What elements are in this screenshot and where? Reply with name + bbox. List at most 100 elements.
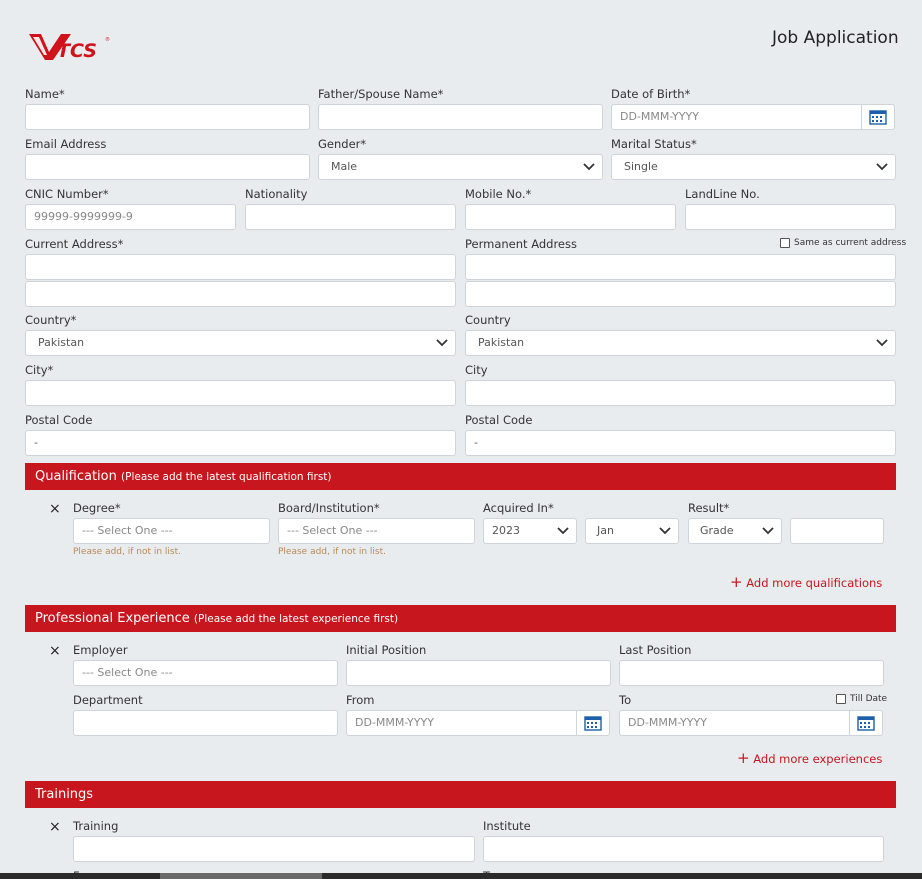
- add-qualification-label: Add more qualifications: [746, 576, 883, 590]
- father-name-input[interactable]: [318, 104, 603, 130]
- last-position-label: Last Position: [619, 643, 692, 657]
- from-calendar-button[interactable]: [576, 710, 610, 736]
- board-label: Board/Institution*: [278, 501, 380, 515]
- gender-select[interactable]: Male: [318, 154, 603, 180]
- permanent-country-value: Pakistan: [478, 336, 525, 349]
- institute-input[interactable]: [483, 836, 884, 862]
- last-position-input[interactable]: [619, 660, 884, 686]
- add-qualification-link[interactable]: + Add more qualifications: [730, 573, 882, 591]
- page-title: Job Application: [772, 28, 899, 48]
- institute-label: Institute: [483, 819, 531, 833]
- city-input[interactable]: [25, 380, 456, 406]
- qualification-note: (Please add the latest qualification fir…: [121, 471, 332, 483]
- dob-calendar-button[interactable]: [861, 104, 895, 130]
- email-input[interactable]: [25, 154, 310, 180]
- from-label: From: [346, 693, 375, 707]
- svg-text:TCS: TCS: [57, 40, 97, 62]
- training-input[interactable]: [73, 836, 475, 862]
- experience-section-header: Professional Experience (Please add the …: [25, 605, 896, 632]
- qualification-section-header: Qualification (Please add the latest qua…: [25, 463, 896, 490]
- calendar-icon: [584, 716, 602, 731]
- result-input[interactable]: [790, 518, 884, 544]
- chevron-down-icon: [876, 339, 888, 347]
- current-address-line1[interactable]: [25, 254, 456, 280]
- postal-code-label: Postal Code: [25, 413, 93, 427]
- close-icon[interactable]: ×: [49, 820, 61, 834]
- scrollbar-thumb[interactable]: [160, 873, 322, 879]
- to-date-input[interactable]: DD-MMM-YYYY: [619, 710, 850, 736]
- trainings-section-header: Trainings: [25, 781, 896, 808]
- svg-text:®: ®: [105, 36, 110, 43]
- country-select[interactable]: Pakistan: [25, 330, 456, 356]
- degree-label: Degree*: [73, 501, 121, 515]
- email-label: Email Address: [25, 137, 107, 151]
- permanent-address-label: Permanent Address: [465, 237, 577, 251]
- experience-title: Professional Experience: [35, 611, 190, 626]
- current-address-line2[interactable]: [25, 281, 456, 307]
- chevron-down-icon: [557, 527, 569, 535]
- acquired-in-label: Acquired In*: [483, 501, 554, 515]
- same-as-current-checkbox[interactable]: [780, 238, 790, 248]
- permanent-country-select[interactable]: Pakistan: [465, 330, 896, 356]
- result-type-select[interactable]: Grade: [688, 518, 782, 544]
- permanent-postal-code-label: Postal Code: [465, 413, 533, 427]
- nationality-label: Nationality: [245, 187, 308, 201]
- landline-input[interactable]: [685, 204, 896, 230]
- permanent-city-input[interactable]: [465, 380, 896, 406]
- calendar-icon: [857, 716, 875, 731]
- employer-label: Employer: [73, 643, 128, 657]
- to-calendar-button[interactable]: [849, 710, 883, 736]
- initial-position-input[interactable]: [346, 660, 611, 686]
- board-select[interactable]: --- Select One ---: [278, 518, 475, 544]
- till-date-checkbox[interactable]: [836, 694, 846, 704]
- acquired-year-select[interactable]: 2023: [483, 518, 577, 544]
- dob-input[interactable]: DD-MMM-YYYY: [611, 104, 862, 130]
- chevron-down-icon: [762, 527, 774, 535]
- landline-label: LandLine No.: [685, 187, 760, 201]
- same-as-current-label: Same as current address: [794, 238, 907, 248]
- result-label: Result*: [688, 501, 730, 515]
- dob-label: Date of Birth*: [611, 87, 691, 101]
- department-input[interactable]: [73, 710, 338, 736]
- chevron-down-icon: [583, 163, 595, 171]
- gender-value: Male: [331, 160, 358, 173]
- experience-note: (Please add the latest experience first): [193, 613, 399, 625]
- country-value: Pakistan: [38, 336, 85, 349]
- close-icon[interactable]: ×: [49, 644, 61, 658]
- plus-icon: +: [737, 749, 750, 767]
- marital-label: Marital Status*: [611, 137, 697, 151]
- employer-select[interactable]: --- Select One ---: [73, 660, 338, 686]
- cnic-input[interactable]: 99999-9999999-9: [25, 204, 236, 230]
- nationality-input[interactable]: [245, 204, 456, 230]
- close-icon[interactable]: ×: [49, 502, 61, 516]
- marital-value: Single: [624, 160, 658, 173]
- marital-select[interactable]: Single: [611, 154, 896, 180]
- name-input[interactable]: [25, 104, 310, 130]
- acquired-month-value: Jan: [597, 524, 614, 537]
- mobile-input[interactable]: [465, 204, 676, 230]
- permanent-address-line1[interactable]: [465, 254, 896, 280]
- degree-select[interactable]: --- Select One ---: [73, 518, 270, 544]
- permanent-postal-code-input[interactable]: -: [465, 430, 896, 456]
- name-label: Name*: [25, 87, 65, 101]
- initial-position-label: Initial Position: [346, 643, 427, 657]
- from-date-input[interactable]: DD-MMM-YYYY: [346, 710, 577, 736]
- trainings-title: Trainings: [35, 787, 94, 802]
- training-label: Training: [73, 819, 119, 833]
- country-label: Country*: [25, 313, 77, 327]
- board-hint: Please add, if not in list.: [278, 547, 387, 557]
- add-experience-label: Add more experiences: [753, 752, 883, 766]
- current-address-label: Current Address*: [25, 237, 124, 251]
- qualification-title: Qualification: [35, 469, 117, 484]
- acquired-month-select[interactable]: Jan: [585, 518, 679, 544]
- horizontal-scrollbar[interactable]: [0, 873, 922, 879]
- postal-code-input[interactable]: -: [25, 430, 456, 456]
- add-experience-link[interactable]: + Add more experiences: [737, 749, 882, 767]
- permanent-address-line2[interactable]: [465, 281, 896, 307]
- to-label: To: [619, 693, 632, 707]
- father-name-label: Father/Spouse Name*: [318, 87, 444, 101]
- permanent-country-label: Country: [465, 313, 511, 327]
- permanent-city-label: City: [465, 363, 488, 377]
- till-date-label: Till Date: [850, 694, 888, 704]
- plus-icon: +: [730, 573, 743, 591]
